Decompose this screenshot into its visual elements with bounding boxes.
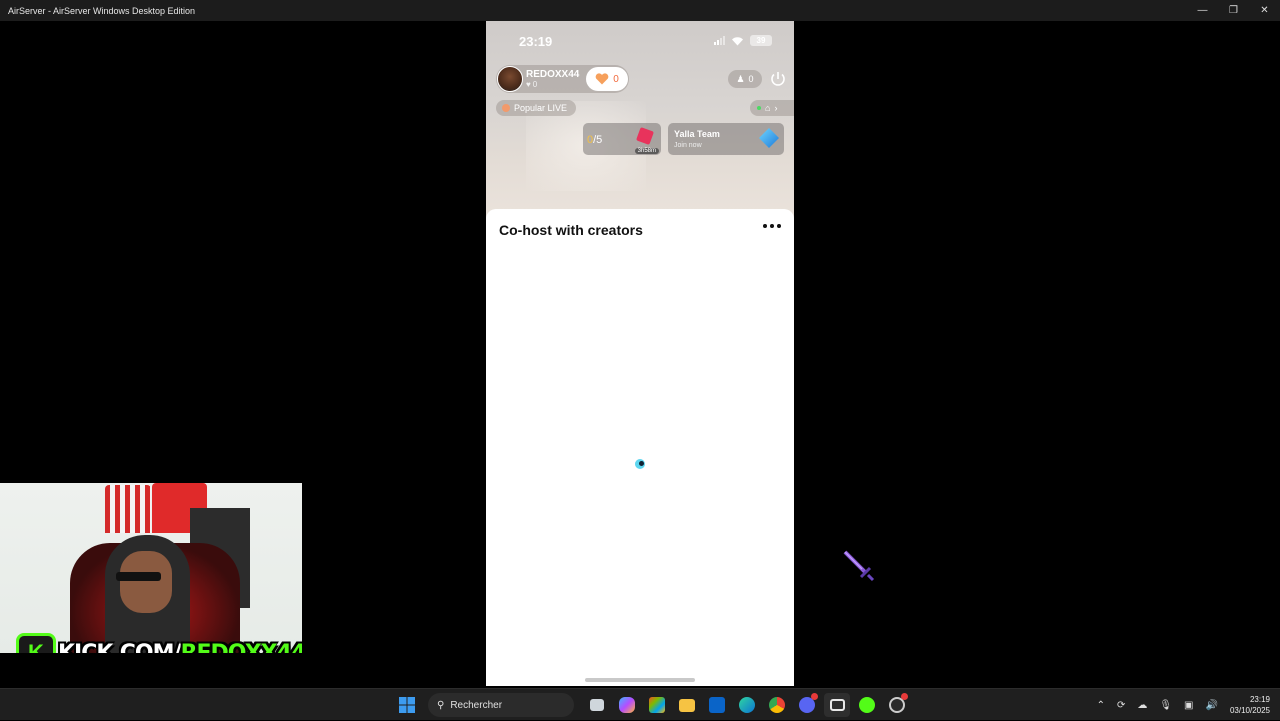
airserver-icon <box>829 699 845 711</box>
status-time: 23:19 <box>519 34 553 49</box>
host-sub-count: 0 <box>532 80 538 89</box>
webcam-overlay: K KICK.COM/REDOXX44 <box>0 483 302 653</box>
gift-icon <box>636 127 654 145</box>
sunglasses <box>116 572 161 581</box>
signal-icon <box>714 36 725 45</box>
like-button[interactable]: 0 <box>586 67 628 91</box>
team-card[interactable]: Yalla Team Join now <box>668 123 784 155</box>
kick-prefix: KICK.COM/ <box>58 640 182 654</box>
show-hidden-icons-chevron-icon[interactable]: ⌃ <box>1097 700 1105 711</box>
notification-badge <box>811 693 818 700</box>
heart-small-icon: ♥ <box>526 80 531 89</box>
cohost-sheet: Co-host with creators <box>486 209 794 686</box>
avatar[interactable] <box>497 66 523 92</box>
viewer-count-button[interactable]: ♟ 0 <box>728 70 762 88</box>
clock-date: 03/10/2025 <box>1229 706 1270 715</box>
minimize-button[interactable]: — <box>1187 0 1218 21</box>
kick-banner: K KICK.COM/REDOXX44 <box>16 631 302 653</box>
copilot-icon <box>619 697 635 713</box>
airserver-button[interactable] <box>824 693 850 717</box>
task-progress-total: /5 <box>593 134 603 146</box>
taskbar-search[interactable]: ⚲ Rechercher <box>428 693 574 717</box>
kick-name: REDOXX44 <box>180 640 302 654</box>
maximize-icon: ❐ <box>1229 5 1238 16</box>
host-name: REDOXX44 <box>526 69 580 80</box>
search-icon: ⚲ <box>437 699 445 711</box>
task-view-icon <box>590 699 604 711</box>
copilot-button[interactable] <box>614 693 640 717</box>
maximize-button[interactable]: ❐ <box>1218 0 1249 21</box>
clock-time: 23:19 <box>1249 695 1270 704</box>
battery-icon: 39 <box>750 35 772 46</box>
jersey-striped <box>105 485 151 533</box>
app-button-green[interactable] <box>854 693 880 717</box>
folder-icon <box>679 698 695 712</box>
loading-spinner-icon <box>635 459 645 469</box>
room-nav-pill[interactable]: ⌂ › <box>750 100 794 116</box>
system-clock[interactable]: 23:19 03/10/2025 <box>1230 694 1270 716</box>
person-icon: ♟ <box>736 73 745 84</box>
discord-button[interactable] <box>794 693 820 717</box>
task-view-button[interactable] <box>584 693 610 717</box>
minimize-icon: — <box>1197 5 1208 16</box>
edge-icon <box>739 697 755 713</box>
power-icon[interactable] <box>768 69 788 89</box>
chrome-icon <box>769 697 785 713</box>
home-icon: ⌂ <box>765 103 771 113</box>
green-app-icon <box>859 697 875 713</box>
team-name: Yalla Team <box>674 129 720 139</box>
flame-icon <box>502 104 510 112</box>
window-titlebar: AirServer - AirServer Windows Desktop Ed… <box>0 0 1280 21</box>
chevron-right-icon: › <box>774 103 778 113</box>
streamer-face <box>120 551 172 613</box>
edge-button[interactable] <box>734 693 760 717</box>
viewer-count: 0 <box>748 74 754 84</box>
live-video-background <box>486 21 794 221</box>
mirror-area: 23:19 39 REDOXX44 ♥ 0 0 ♟ 0 Popular LIVE… <box>0 21 1280 688</box>
team-join-link[interactable]: Join now <box>674 142 702 149</box>
cloud-icon[interactable]: ☁ <box>1137 700 1147 711</box>
wifi-icon <box>732 36 743 45</box>
sheet-title: Co-host with creators <box>499 222 643 238</box>
close-button[interactable]: ✕ <box>1249 0 1280 21</box>
start-button[interactable] <box>394 693 420 717</box>
store-icon <box>649 697 665 713</box>
sync-icon[interactable]: ⟳ <box>1117 700 1125 711</box>
close-icon: ✕ <box>1260 5 1269 16</box>
recording-badge <box>901 693 908 700</box>
diamond-icon <box>759 128 779 148</box>
online-dot <box>757 106 761 110</box>
sword-cursor-icon <box>843 550 875 582</box>
kick-logo-icon: K <box>16 633 56 653</box>
chrome-button[interactable] <box>764 693 790 717</box>
like-count: 0 <box>613 73 619 85</box>
more-options-icon[interactable] <box>763 224 781 228</box>
file-explorer-button[interactable] <box>674 693 700 717</box>
microphone-icon[interactable]: 🎙 <box>1159 700 1172 711</box>
popular-live-badge[interactable]: Popular LIVE <box>496 100 577 116</box>
windows-logo-icon <box>399 697 415 713</box>
windows-taskbar: ⚲ Rechercher ⌃ ⟳ ☁ 🎙 ▣ 🔊 23:19 03/10/202… <box>0 688 1280 720</box>
window-title: AirServer - AirServer Windows Desktop Ed… <box>8 5 196 16</box>
search-placeholder: Rechercher <box>450 699 503 711</box>
popular-live-label: Popular LIVE <box>514 103 568 113</box>
phone-screen: 23:19 39 REDOXX44 ♥ 0 0 ♟ 0 Popular LIVE… <box>486 21 794 686</box>
status-icons: 39 <box>714 35 772 46</box>
outlook-button[interactable] <box>704 693 730 717</box>
task-timer: 3h58m <box>634 148 659 154</box>
volume-icon[interactable]: 🔊 <box>1206 700 1218 711</box>
home-indicator[interactable] <box>585 678 695 682</box>
store-button[interactable] <box>644 693 670 717</box>
network-icon[interactable]: ▣ <box>1184 700 1193 711</box>
obs-button[interactable] <box>884 693 910 717</box>
task-progress-card[interactable]: 0/5 3h58m <box>583 123 661 155</box>
heart-icon <box>595 73 609 85</box>
outlook-icon <box>709 697 725 713</box>
